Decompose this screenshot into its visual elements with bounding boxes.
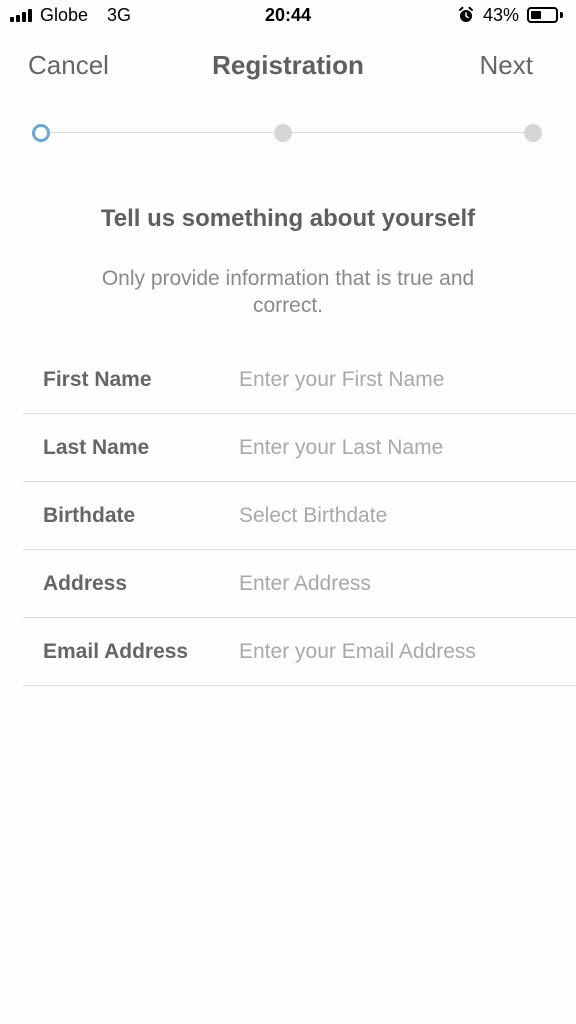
form-row-first-name: First Name (23, 346, 576, 414)
step-indicator-3 (524, 124, 542, 142)
form-row-email: Email Address (23, 618, 576, 686)
battery-level-fill (531, 11, 541, 19)
birthdate-label: Birthdate (43, 504, 136, 527)
form-row-birthdate: Birthdate (23, 482, 576, 550)
battery-percent: 43% (483, 5, 520, 25)
email-address-label: Email Address (43, 640, 189, 663)
last-name-input[interactable] (239, 430, 569, 466)
email-address-input[interactable] (239, 634, 569, 670)
form-row-address: Address (23, 550, 576, 618)
first-name-input[interactable] (239, 362, 569, 398)
battery-icon (527, 7, 558, 23)
battery-cap (560, 12, 563, 18)
section-heading: Tell us something about yourself (100, 205, 476, 232)
section-subheading: Only provide information that is true an… (101, 267, 475, 317)
step-indicator-1-current (32, 124, 50, 142)
address-input[interactable] (239, 566, 569, 602)
birthdate-picker[interactable] (239, 498, 569, 534)
registration-screen: Globe 3G 20:44 43% Cancel Registration N… (0, 0, 576, 1024)
cancel-button[interactable]: Cancel (28, 50, 109, 81)
first-name-label: First Name (43, 368, 152, 391)
address-label: Address (43, 572, 128, 595)
last-name-label: Last Name (43, 436, 150, 459)
next-button[interactable]: Next (480, 50, 533, 81)
status-bar: Globe 3G 20:44 43% (0, 0, 576, 32)
step-indicator-2 (274, 124, 292, 142)
form-row-last-name: Last Name (23, 414, 576, 482)
registration-form: First Name Last Name Birthdate Address E… (23, 346, 576, 686)
alarm-clock-icon (459, 6, 473, 22)
